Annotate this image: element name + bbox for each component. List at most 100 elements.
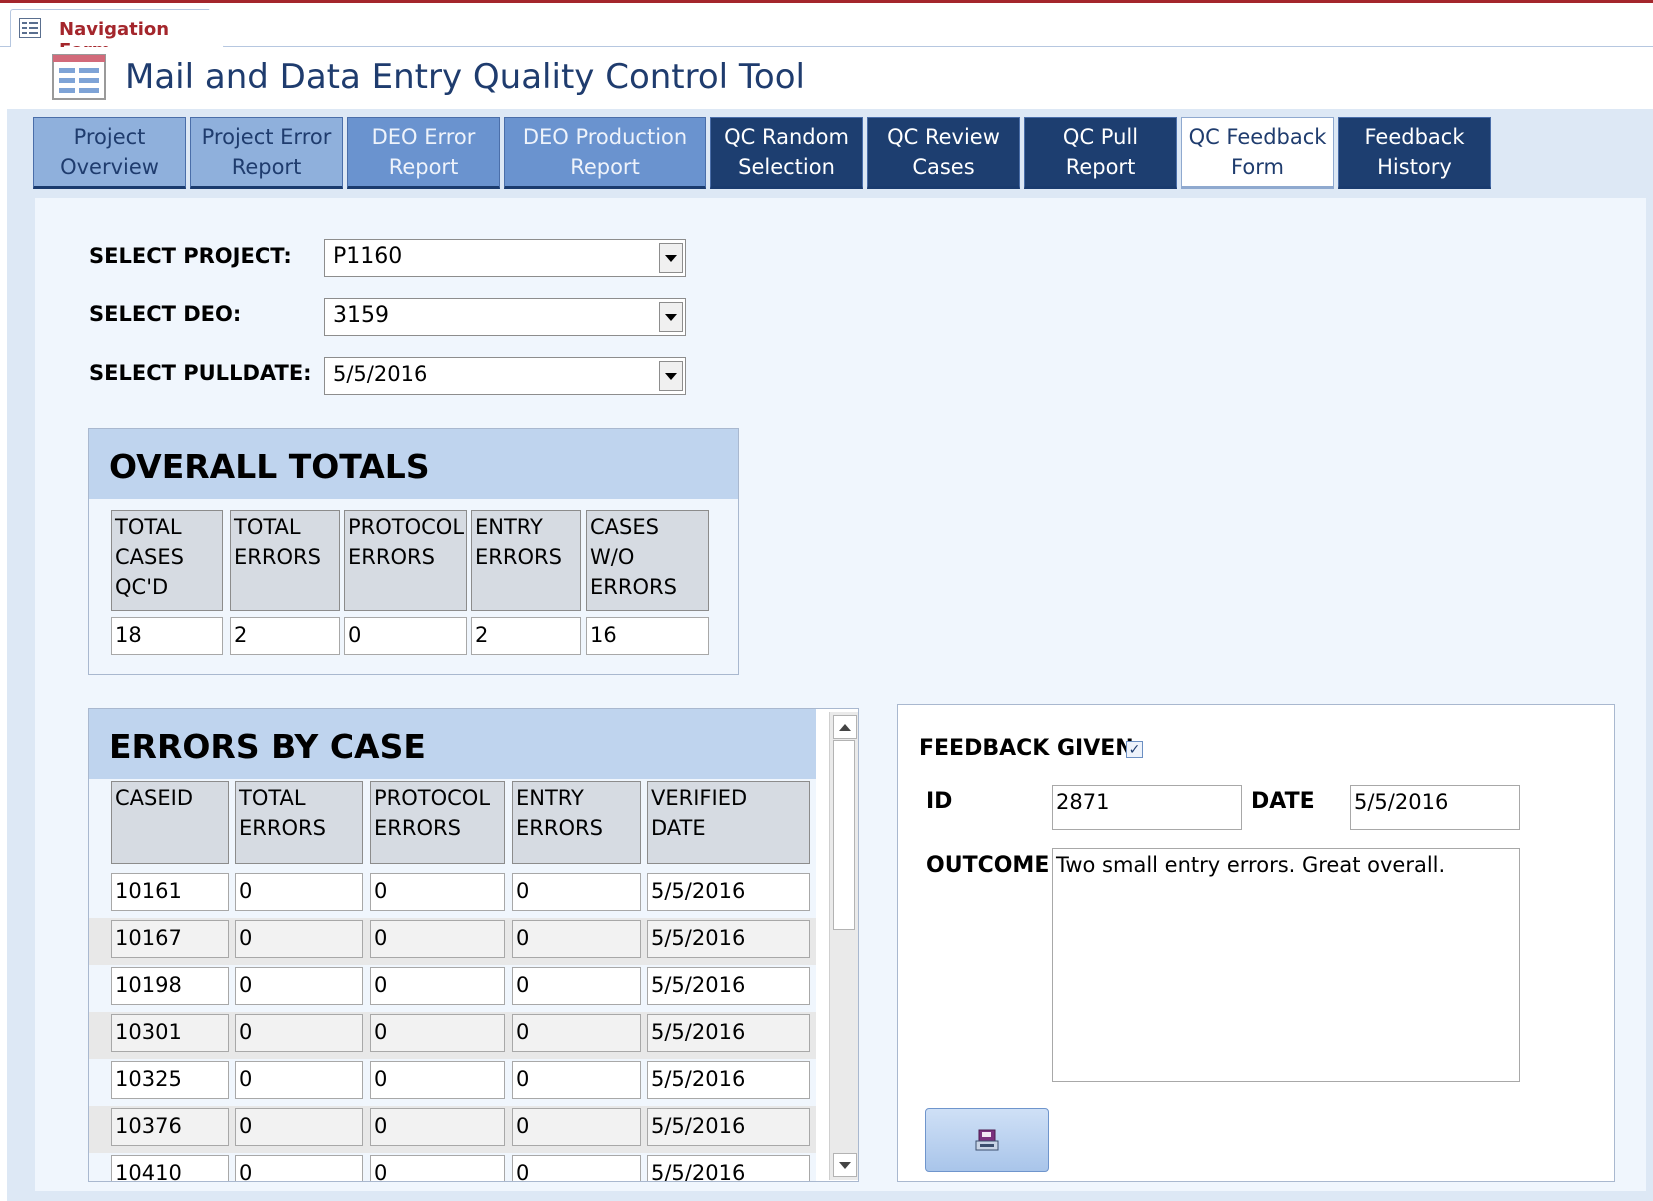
overall-totals-panel: OVERALL TOTALS TOTAL CASES QC'D TOTAL ER… xyxy=(88,428,739,675)
errors-by-case-panel: ERRORS BY CASE CASEID TOTAL ERRORS PROTO… xyxy=(88,708,859,1182)
select-deo-combobox[interactable]: 3159 xyxy=(324,298,686,336)
protocol-errors-cell: 0 xyxy=(370,967,505,1005)
total-errors-cell: 0 xyxy=(235,1155,363,1181)
header-cases-without-errors: CASES W/O ERRORS xyxy=(586,510,709,611)
save-icon xyxy=(975,1129,999,1151)
total-errors-cell: 0 xyxy=(235,1061,363,1099)
entry-errors-cell: 0 xyxy=(512,1061,641,1099)
entry-errors-cell: 0 xyxy=(512,1108,641,1146)
caseid-cell: 10301 xyxy=(111,1014,229,1052)
select-project-value: P1160 xyxy=(333,244,403,269)
id-label: ID xyxy=(926,789,953,814)
table-row[interactable]: 10198 0 0 0 5/5/2016 xyxy=(89,965,816,1012)
document-tab-strip: Navigation Form xyxy=(0,3,1653,48)
outcome-textarea[interactable]: Two small entry errors. Great overall. xyxy=(1052,848,1520,1082)
header-caseid: CASEID xyxy=(111,781,229,864)
header-total-errors: TOTAL ERRORS xyxy=(235,781,363,864)
total-errors-cell: 0 xyxy=(235,1014,363,1052)
select-deo-value: 3159 xyxy=(333,303,389,328)
chevron-down-icon[interactable] xyxy=(659,361,683,391)
verified-date-cell: 5/5/2016 xyxy=(647,1014,810,1052)
date-label: DATE xyxy=(1251,789,1315,814)
protocol-errors-cell: 0 xyxy=(370,873,505,911)
protocol-errors-cell: 0 xyxy=(370,920,505,958)
document-tab-navigation-form[interactable]: Navigation Form xyxy=(10,9,224,48)
errors-by-case-scrollbar[interactable] xyxy=(829,712,858,1180)
caseid-cell: 10167 xyxy=(111,920,229,958)
select-pulldate-label: SELECT PULLDATE: xyxy=(89,361,312,385)
table-row[interactable]: 10161 0 0 0 5/5/2016 xyxy=(89,871,816,918)
header-total-errors: TOTAL ERRORS xyxy=(230,510,340,611)
verified-date-cell: 5/5/2016 xyxy=(647,1108,810,1146)
nav-tab-qc-random-selection[interactable]: QC Random Selection xyxy=(710,117,863,189)
scroll-up-icon[interactable] xyxy=(833,715,857,739)
verified-date-cell: 5/5/2016 xyxy=(647,967,810,1005)
header-protocol-errors: PROTOCOL ERRORS xyxy=(370,781,505,864)
total-errors-cell: 0 xyxy=(235,1108,363,1146)
nav-tab-project-error-report[interactable]: Project Error Report xyxy=(190,117,343,189)
entry-errors-cell: 0 xyxy=(512,1155,641,1181)
date-field[interactable]: 5/5/2016 xyxy=(1350,785,1520,830)
chevron-down-icon[interactable] xyxy=(659,243,683,273)
protocol-errors-cell: 0 xyxy=(370,1061,505,1099)
caseid-cell: 10161 xyxy=(111,873,229,911)
form-icon xyxy=(19,18,41,38)
nav-tab-deo-error-report[interactable]: DEO Error Report xyxy=(347,117,500,189)
header-entry-errors: ENTRY ERRORS xyxy=(512,781,641,864)
total-errors-cell: 0 xyxy=(235,920,363,958)
id-field[interactable]: 2871 xyxy=(1052,785,1242,830)
verified-date-cell: 5/5/2016 xyxy=(647,920,810,958)
errors-by-case-header: ERRORS BY CASE xyxy=(89,709,816,779)
outcome-label: OUTCOME xyxy=(926,853,1050,878)
entry-errors-value: 2 xyxy=(471,617,581,655)
save-button[interactable] xyxy=(925,1108,1049,1172)
form-title: Mail and Data Entry Quality Control Tool xyxy=(125,57,805,97)
nav-tab-project-overview[interactable]: Project Overview xyxy=(33,117,186,189)
verified-date-cell: 5/5/2016 xyxy=(647,873,810,911)
nav-tab-qc-pull-report[interactable]: QC Pull Report xyxy=(1024,117,1177,189)
form-header: Mail and Data Entry Quality Control Tool xyxy=(7,47,1653,109)
feedback-given-checkbox[interactable]: ✓ xyxy=(1126,741,1143,758)
table-row[interactable]: 10376 0 0 0 5/5/2016 xyxy=(89,1106,816,1153)
scrollbar-thumb[interactable] xyxy=(833,740,855,930)
nav-tab-feedback-history[interactable]: Feedback History xyxy=(1338,117,1491,189)
verified-date-cell: 5/5/2016 xyxy=(647,1061,810,1099)
errors-by-case-title: ERRORS BY CASE xyxy=(109,727,426,766)
navigation-bar: Project Overview Project Error Report DE… xyxy=(33,117,1653,193)
overall-totals-header: OVERALL TOTALS xyxy=(89,429,738,499)
nav-tab-qc-review-cases[interactable]: QC Review Cases xyxy=(867,117,1020,189)
caseid-cell: 10376 xyxy=(111,1108,229,1146)
header-total-cases-qcd: TOTAL CASES QC'D xyxy=(111,510,223,611)
form-icon xyxy=(52,54,106,100)
entry-errors-cell: 0 xyxy=(512,1014,641,1052)
entry-errors-cell: 0 xyxy=(512,873,641,911)
caseid-cell: 10410 xyxy=(111,1155,229,1181)
nav-tab-qc-feedback-form[interactable]: QC Feedback Form xyxy=(1181,117,1334,189)
table-row[interactable]: 10410 0 0 0 5/5/2016 xyxy=(89,1153,816,1181)
nav-tab-deo-production-report[interactable]: DEO Production Report xyxy=(504,117,706,189)
feedback-panel: FEEDBACK GIVEN ✓ ID 2871 DATE 5/5/2016 O… xyxy=(897,704,1615,1182)
header-entry-errors: ENTRY ERRORS xyxy=(471,510,581,611)
table-row[interactable]: 10301 0 0 0 5/5/2016 xyxy=(89,1012,816,1059)
feedback-given-label: FEEDBACK GIVEN xyxy=(919,736,1134,761)
select-project-combobox[interactable]: P1160 xyxy=(324,239,686,277)
caseid-cell: 10198 xyxy=(111,967,229,1005)
total-errors-cell: 0 xyxy=(235,873,363,911)
chevron-down-icon[interactable] xyxy=(659,302,683,332)
select-pulldate-combobox[interactable]: 5/5/2016 xyxy=(324,357,686,395)
entry-errors-cell: 0 xyxy=(512,967,641,1005)
caseid-cell: 10325 xyxy=(111,1061,229,1099)
total-errors-cell: 0 xyxy=(235,967,363,1005)
check-icon: ✓ xyxy=(1128,741,1141,758)
total-errors-value: 2 xyxy=(230,617,340,655)
protocol-errors-value: 0 xyxy=(344,617,467,655)
table-row[interactable]: 10325 0 0 0 5/5/2016 xyxy=(89,1059,816,1106)
total-cases-qcd-value: 18 xyxy=(111,617,223,655)
protocol-errors-cell: 0 xyxy=(370,1155,505,1181)
cases-without-errors-value: 16 xyxy=(586,617,709,655)
header-protocol-errors: PROTOCOL ERRORS xyxy=(344,510,467,611)
scroll-down-icon[interactable] xyxy=(833,1153,857,1177)
table-row[interactable]: 10167 0 0 0 5/5/2016 xyxy=(89,918,816,965)
header-verified-date: VERIFIED DATE xyxy=(647,781,810,864)
protocol-errors-cell: 0 xyxy=(370,1014,505,1052)
